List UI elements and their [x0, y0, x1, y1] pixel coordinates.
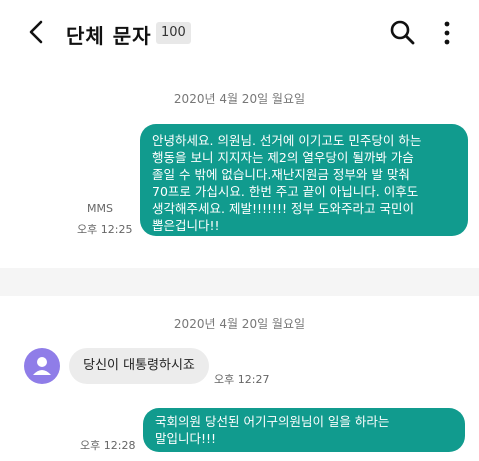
message-time: 오후 12:28: [80, 439, 136, 452]
message-time: 오후 12:25: [77, 223, 133, 236]
received-message-bubble[interactable]: 당신이 대통령하시죠: [69, 348, 209, 384]
search-button[interactable]: [389, 19, 415, 45]
back-button[interactable]: [26, 18, 50, 46]
person-icon: [33, 357, 51, 375]
sent-message-bubble[interactable]: 국회의원 당선된 어기구의원님이 일을 하라는 말입니다!!!: [143, 408, 465, 452]
search-icon: [390, 20, 415, 45]
message-time: 오후 12:27: [214, 373, 270, 386]
avatar[interactable]: [24, 348, 60, 384]
page-title: 단체 문자: [66, 24, 152, 48]
more-vertical-icon: [444, 21, 450, 45]
more-options-button[interactable]: [440, 20, 454, 46]
date-separator: 2020년 4월 20일 월요일: [173, 92, 306, 106]
recipient-count-badge: 100: [156, 22, 191, 44]
date-separator: 2020년 4월 20일 월요일: [173, 317, 306, 331]
chat-screen: 단체 문자 100 2020년 4월 20일 월요일 MMS 오후 12:25 …: [0, 0, 479, 461]
chat-panel-top: 단체 문자 100 2020년 4월 20일 월요일 MMS 오후 12:25 …: [0, 0, 479, 268]
message-type-label: MMS: [87, 202, 113, 215]
chevron-left-icon: [29, 20, 43, 44]
sent-message-bubble[interactable]: 안녕하세요. 의원님. 선거에 이기고도 민주당이 하는 행동을 보니 지지자는…: [140, 124, 468, 236]
app-header: 단체 문자 100: [0, 0, 479, 64]
